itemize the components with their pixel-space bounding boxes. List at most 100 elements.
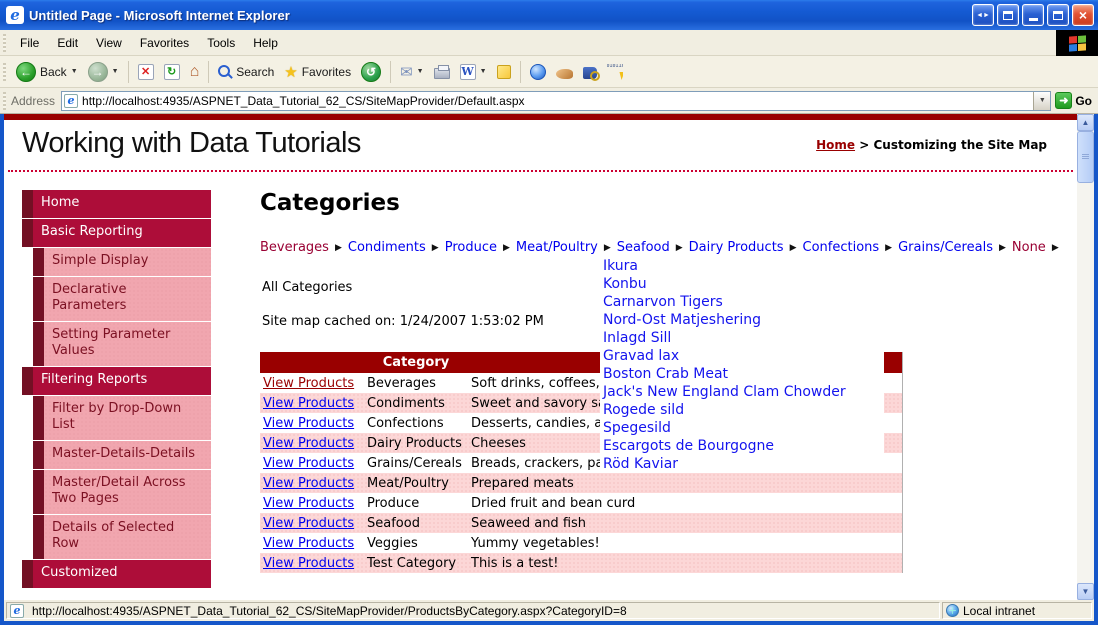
product-link-r-d-kaviar[interactable]: Röd Kaviar bbox=[603, 455, 884, 473]
address-label: Address bbox=[11, 93, 56, 108]
forward-dropdown-icon: ▼ bbox=[111, 68, 119, 75]
favorites-button[interactable]: ★ Favorites bbox=[279, 60, 356, 84]
forward-button[interactable]: → ▼ bbox=[83, 59, 124, 85]
product-link-ikura[interactable]: Ikura bbox=[603, 257, 884, 275]
scroll-up-button[interactable]: ▲ bbox=[1077, 114, 1094, 131]
view-products-link[interactable]: View Products bbox=[263, 436, 354, 451]
refresh-icon: ↻ bbox=[163, 63, 180, 80]
category-menu-item-condiments[interactable]: Condiments bbox=[348, 240, 426, 255]
view-products-link[interactable]: View Products bbox=[263, 476, 354, 491]
site-title: Working with Data Tutorials bbox=[22, 127, 361, 159]
close-button[interactable]: × bbox=[1072, 4, 1094, 26]
sidebar-item-simple-display[interactable]: Simple Display bbox=[33, 248, 211, 276]
stop-button[interactable]: ✕ bbox=[133, 61, 159, 83]
close-icon: × bbox=[1078, 7, 1088, 23]
view-products-link[interactable]: View Products bbox=[263, 536, 354, 551]
scrollbar-thumb[interactable] bbox=[1077, 131, 1094, 183]
product-link-escargots-de-bourgogne[interactable]: Escargots de Bourgogne bbox=[603, 437, 884, 455]
address-dropdown-button[interactable]: ▼ bbox=[1033, 91, 1051, 110]
product-link-jack-s-new-england-clam-chowder[interactable]: Jack's New England Clam Chowder bbox=[603, 383, 884, 401]
view-products-link[interactable]: View Products bbox=[263, 496, 354, 511]
sidebar-item-master-details-details[interactable]: Master-Details-Details bbox=[33, 441, 211, 469]
sidebar-item-filter-by-drop-down-list[interactable]: Filter by Drop-Down List bbox=[33, 396, 211, 440]
menu-file[interactable]: File bbox=[11, 32, 48, 54]
history-icon: ↺ bbox=[361, 61, 382, 82]
product-link-spegesild[interactable]: Spegesild bbox=[603, 419, 884, 437]
product-link-gravad-lax[interactable]: Gravad lax bbox=[603, 347, 884, 365]
table-row-test-category: View Products Test Category This is a test… bbox=[260, 553, 902, 573]
mail-button[interactable]: ✉ ▼ bbox=[395, 60, 429, 84]
table-row-produce: View Products Produce Dried fruit and bean… bbox=[260, 493, 902, 513]
product-link-boston-crab-meat[interactable]: Boston Crab Meat bbox=[603, 365, 884, 383]
go-button[interactable]: ➜ Go bbox=[1051, 92, 1098, 109]
edit-with-word-button[interactable]: W ▼ bbox=[455, 61, 492, 83]
book-search-button[interactable] bbox=[578, 62, 602, 82]
menu-tools[interactable]: Tools bbox=[198, 32, 244, 54]
address-url-text: http://localhost:4935/ASPNET_Data_Tutori… bbox=[82, 93, 525, 108]
menu-arrow-icon: ▶ bbox=[885, 243, 893, 253]
edit-dropdown-icon: ▼ bbox=[479, 68, 487, 75]
menu-edit[interactable]: Edit bbox=[48, 32, 87, 54]
category-menu-item-grains-cereals[interactable]: Grains/Cereals bbox=[898, 240, 993, 255]
product-link-nord-ost-matjeshering[interactable]: Nord-Ost Matjeshering bbox=[603, 311, 884, 329]
standard-toolbar: ← Back ▼ → ▼ ✕ ↻ ⌂ Search ★ Favorites ↺ bbox=[0, 56, 1098, 88]
binary-tool-button[interactable]: 010110100101 bbox=[602, 61, 628, 83]
research-button[interactable] bbox=[551, 62, 578, 82]
menu-help[interactable]: Help bbox=[244, 32, 287, 54]
product-link-konbu[interactable]: Konbu bbox=[603, 275, 884, 293]
print-icon bbox=[433, 64, 450, 79]
category-menu-item-seafood[interactable]: Seafood bbox=[617, 240, 670, 255]
search-button[interactable]: Search bbox=[213, 62, 279, 82]
home-button[interactable]: ⌂ bbox=[185, 60, 205, 84]
view-products-link[interactable]: View Products bbox=[263, 516, 354, 531]
view-products-link[interactable]: View Products bbox=[263, 456, 354, 471]
address-input[interactable]: e http://localhost:4935/ASPNET_Data_Tuto… bbox=[61, 90, 1052, 111]
category-menu-item-meat-poultry[interactable]: Meat/Poultry bbox=[516, 240, 598, 255]
view-products-link[interactable]: View Products bbox=[263, 376, 354, 391]
product-link-inlagd-sill[interactable]: Inlagd Sill bbox=[603, 329, 884, 347]
messenger-button[interactable] bbox=[525, 61, 551, 83]
discuss-button[interactable] bbox=[492, 62, 516, 82]
sidebar-item-setting-parameter-values[interactable]: Setting Parameter Values bbox=[33, 322, 211, 366]
sidebar-item-filtering-reports[interactable]: Filtering Reports bbox=[22, 367, 211, 395]
category-cell: Produce bbox=[367, 495, 420, 511]
vm-resize-button[interactable]: ◄► bbox=[972, 4, 994, 26]
toolbar-grip bbox=[3, 62, 6, 81]
scroll-down-button[interactable]: ▼ bbox=[1077, 583, 1094, 600]
menu-arrow-icon: ▶ bbox=[502, 243, 510, 253]
product-link-carnarvon-tigers[interactable]: Carnarvon Tigers bbox=[603, 293, 884, 311]
category-cell: Test Category bbox=[364, 553, 468, 573]
sidebar-item-basic-reporting[interactable]: Basic Reporting bbox=[22, 219, 211, 247]
product-link-rogede-sild[interactable]: Rogede sild bbox=[603, 401, 884, 419]
vm-popout-button[interactable] bbox=[997, 4, 1019, 26]
sidebar-item-details-of-selected-row[interactable]: Details of Selected Row bbox=[33, 515, 211, 559]
window-title: Untitled Page - Microsoft Internet Explo… bbox=[29, 7, 290, 23]
category-menu-item-produce[interactable]: Produce bbox=[445, 240, 497, 255]
minimize-button[interactable] bbox=[1022, 4, 1044, 26]
table-row-seafood: View Products Seafood Seaweed and fish bbox=[260, 513, 902, 533]
back-button[interactable]: ← Back ▼ bbox=[11, 59, 83, 85]
sidebar-item-master-detail-across-two-pages[interactable]: Master/Detail Across Two Pages bbox=[33, 470, 211, 514]
category-menu-item-beverages[interactable]: Beverages bbox=[260, 240, 329, 255]
category-menu-item-none[interactable]: None bbox=[1012, 240, 1046, 255]
print-button[interactable] bbox=[429, 62, 455, 82]
view-products-link[interactable]: View Products bbox=[263, 556, 354, 571]
breadcrumb-home-link[interactable]: Home bbox=[816, 138, 855, 152]
menu-favorites[interactable]: Favorites bbox=[131, 32, 198, 54]
view-products-link[interactable]: View Products bbox=[263, 416, 354, 431]
sidebar-item-customized[interactable]: Customized bbox=[22, 560, 211, 588]
category-menu-item-dairy-products[interactable]: Dairy Products bbox=[689, 240, 784, 255]
back-dropdown-icon[interactable]: ▼ bbox=[71, 68, 78, 75]
history-button[interactable]: ↺ bbox=[356, 59, 386, 85]
toolbar-separator bbox=[519, 60, 521, 83]
refresh-button[interactable]: ↻ bbox=[159, 61, 185, 83]
vertical-scrollbar[interactable]: ▲ ▼ bbox=[1077, 114, 1094, 600]
menu-bar: File Edit View Favorites Tools Help bbox=[11, 34, 287, 52]
menu-view[interactable]: View bbox=[87, 32, 131, 54]
category-menu-item-confections[interactable]: Confections bbox=[803, 240, 880, 255]
toolbar-separator bbox=[127, 60, 129, 83]
maximize-button[interactable] bbox=[1047, 4, 1069, 26]
view-products-link[interactable]: View Products bbox=[263, 396, 354, 411]
sidebar-item-declarative-parameters[interactable]: Declarative Parameters bbox=[33, 277, 211, 321]
sidebar-item-home[interactable]: Home bbox=[22, 190, 211, 218]
